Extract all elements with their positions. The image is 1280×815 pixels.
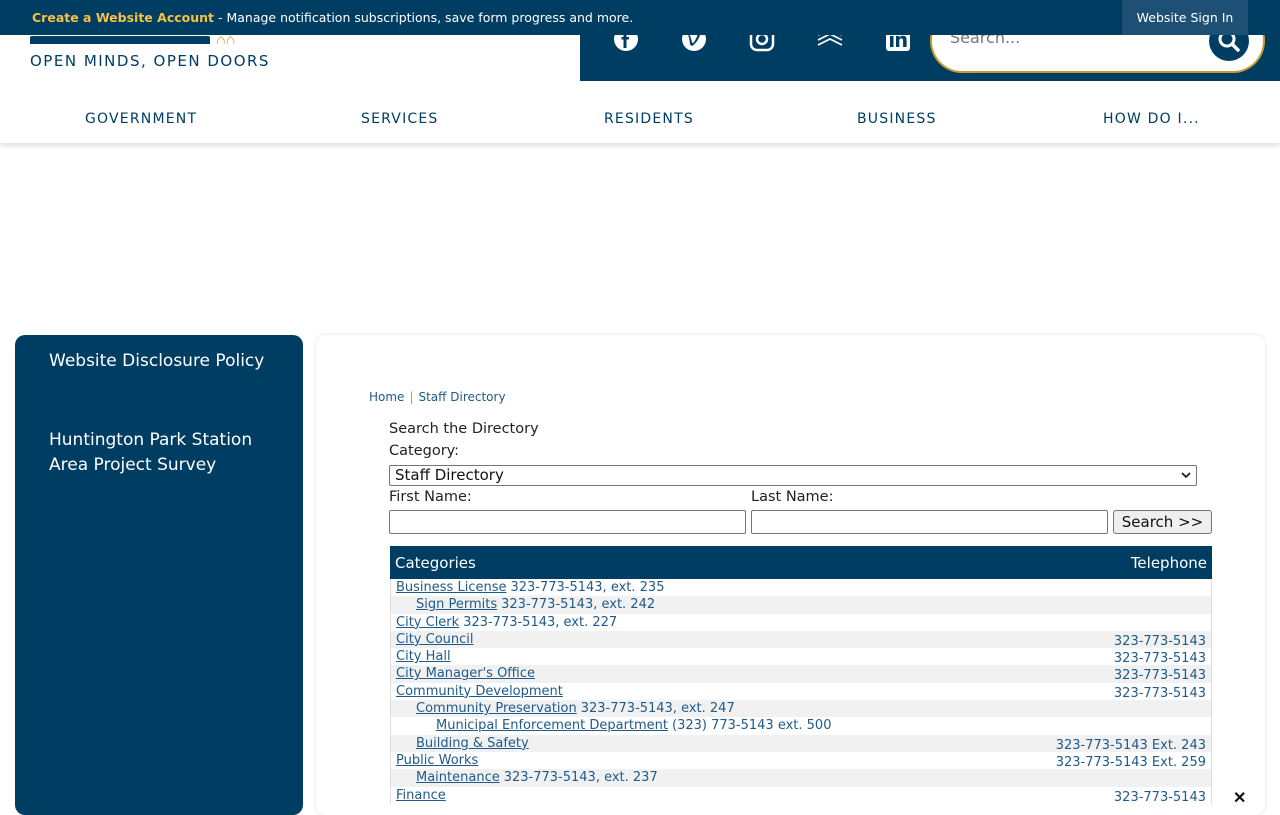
- department-link[interactable]: Community Preservation: [416, 701, 577, 716]
- account-bar: Create a Website Account - Manage notifi…: [0, 0, 1280, 35]
- breadcrumb: Home | Staff Directory: [369, 390, 506, 404]
- department-link[interactable]: Maintenance: [416, 770, 500, 785]
- telephone-cell: 323-773-5143 Ext. 259: [1055, 754, 1206, 770]
- row-left: Finance: [396, 788, 446, 803]
- category-select-value: Staff Directory: [395, 466, 504, 484]
- category-select[interactable]: Staff Directory: [389, 465, 1197, 486]
- table-row: Public Works 323-773-5143 Ext. 259: [390, 751, 1212, 770]
- table-body: Business License 323-773-5143, ext. 235 Si…: [390, 579, 1212, 805]
- directory-search-button[interactable]: Search >>: [1113, 510, 1212, 534]
- category-label: Category:: [389, 443, 460, 459]
- table-row: City Hall 323-773-5143: [390, 648, 1212, 667]
- table-row: Municipal Enforcement Department (323) 77…: [390, 717, 1212, 735]
- department-link[interactable]: Finance: [396, 788, 446, 803]
- chevron-down-icon: [1180, 466, 1192, 490]
- table-row: Finance 323-773-5143: [390, 786, 1212, 805]
- row-left: Maintenance 323-773-5143, ext. 237: [416, 770, 658, 785]
- logo-tagline: OPEN MINDS, OPEN DOORS: [30, 52, 270, 70]
- table-row: City Council 323-773-5143: [390, 630, 1212, 649]
- inline-phone: 323-773-5143, ext. 247: [580, 701, 735, 717]
- sidebar-item-station-survey[interactable]: Huntington Park Station Area Project Sur…: [49, 428, 279, 478]
- nav-business[interactable]: BUSINESS: [857, 111, 937, 127]
- inline-phone: 323-773-5143, ext. 235: [510, 580, 665, 595]
- row-left: Community Preservation 323-773-5143, ext.…: [416, 701, 735, 716]
- telephone-cell: 323-773-5143: [1113, 633, 1206, 649]
- directory-heading: Search the Directory: [389, 421, 539, 437]
- department-link[interactable]: City Manager's Office: [396, 666, 535, 681]
- table-row: Business License 323-773-5143, ext. 235: [390, 579, 1212, 597]
- table-row: Sign Permits 323-773-5143, ext. 242: [390, 596, 1212, 614]
- inline-phone: (323) 773-5143 ext. 500: [672, 718, 832, 734]
- telephone-cell: 323-773-5143 Ext. 243: [1055, 737, 1206, 753]
- nav-government[interactable]: GOVERNMENT: [85, 111, 197, 127]
- inline-phone: 323-773-5143, ext. 242: [501, 597, 656, 613]
- row-left: City Clerk 323-773-5143, ext. 227: [396, 615, 617, 630]
- breadcrumb-current[interactable]: Staff Directory: [418, 390, 505, 404]
- create-account-link[interactable]: Create a Website Account: [32, 10, 214, 25]
- last-name-label: Last Name:: [751, 489, 834, 505]
- last-name-field[interactable]: [751, 510, 1108, 534]
- table-row: Community Preservation 323-773-5143, ext.…: [390, 700, 1212, 718]
- row-left: City Hall: [396, 649, 451, 664]
- row-left: City Manager's Office: [396, 666, 535, 681]
- department-link[interactable]: Public Works: [396, 753, 478, 768]
- sidebar-item-website-disclosure[interactable]: Website Disclosure Policy: [49, 349, 269, 374]
- telephone-cell: 323-773-5143: [1113, 685, 1206, 701]
- telephone-cell: 323-773-5143: [1113, 668, 1206, 684]
- row-left: Public Works: [396, 753, 478, 768]
- nav-services[interactable]: SERVICES: [361, 111, 439, 127]
- first-name-field[interactable]: [389, 510, 746, 534]
- directory-table: Categories Telephone Business License 323…: [390, 546, 1212, 805]
- table-row: City Clerk 323-773-5143, ext. 227: [390, 613, 1212, 631]
- table-header: Categories Telephone: [390, 546, 1212, 579]
- table-row: Building & Safety 323-773-5143 Ext. 243: [390, 734, 1212, 753]
- department-link[interactable]: Sign Permits: [416, 597, 497, 612]
- header-categories: Categories: [395, 554, 476, 572]
- close-icon[interactable]: ✕: [1233, 788, 1246, 808]
- department-link[interactable]: City Clerk: [396, 615, 459, 630]
- row-left: Municipal Enforcement Department (323) 77…: [436, 718, 831, 733]
- department-link[interactable]: Municipal Enforcement Department: [436, 718, 668, 733]
- sign-in-button[interactable]: Website Sign In: [1122, 0, 1248, 35]
- department-link[interactable]: City Council: [396, 632, 474, 647]
- row-left: Sign Permits 323-773-5143, ext. 242: [416, 597, 655, 612]
- row-left: City Council: [396, 632, 474, 647]
- main-nav: GOVERNMENT SERVICES RESIDENTS BUSINESS H…: [0, 97, 1280, 143]
- table-row: Community Development 323-773-5143: [390, 682, 1212, 701]
- table-row: City Manager's Office 323-773-5143: [390, 665, 1212, 684]
- inline-phone: 323-773-5143, ext. 237: [503, 770, 658, 786]
- breadcrumb-home[interactable]: Home: [369, 390, 404, 404]
- row-left: Business License 323-773-5143, ext. 235: [396, 580, 664, 595]
- nav-residents[interactable]: RESIDENTS: [604, 111, 694, 127]
- first-name-label: First Name:: [389, 489, 472, 505]
- sidebar: Website Disclosure Policy Huntington Par…: [15, 335, 303, 815]
- inline-phone: 323-773-5143, ext. 227: [463, 614, 618, 630]
- telephone-cell: 323-773-5143: [1113, 789, 1206, 805]
- row-left: Community Development: [396, 684, 563, 699]
- account-message-text: - Manage notification subscriptions, sav…: [214, 10, 634, 25]
- department-link[interactable]: Community Development: [396, 684, 563, 699]
- department-link[interactable]: City Hall: [396, 649, 451, 664]
- account-message: Create a Website Account - Manage notifi…: [32, 10, 633, 25]
- row-left: Building & Safety: [416, 736, 529, 751]
- table-row: Maintenance 323-773-5143, ext. 237: [390, 769, 1212, 787]
- main-content: Home | Staff Directory Search the Director…: [316, 335, 1265, 815]
- department-link[interactable]: Business License: [396, 580, 506, 595]
- nav-how-do-i[interactable]: HOW DO I...: [1103, 111, 1200, 127]
- telephone-cell: 323-773-5143: [1113, 651, 1206, 667]
- header-telephone: Telephone: [1130, 554, 1207, 572]
- department-link[interactable]: Building & Safety: [416, 736, 529, 751]
